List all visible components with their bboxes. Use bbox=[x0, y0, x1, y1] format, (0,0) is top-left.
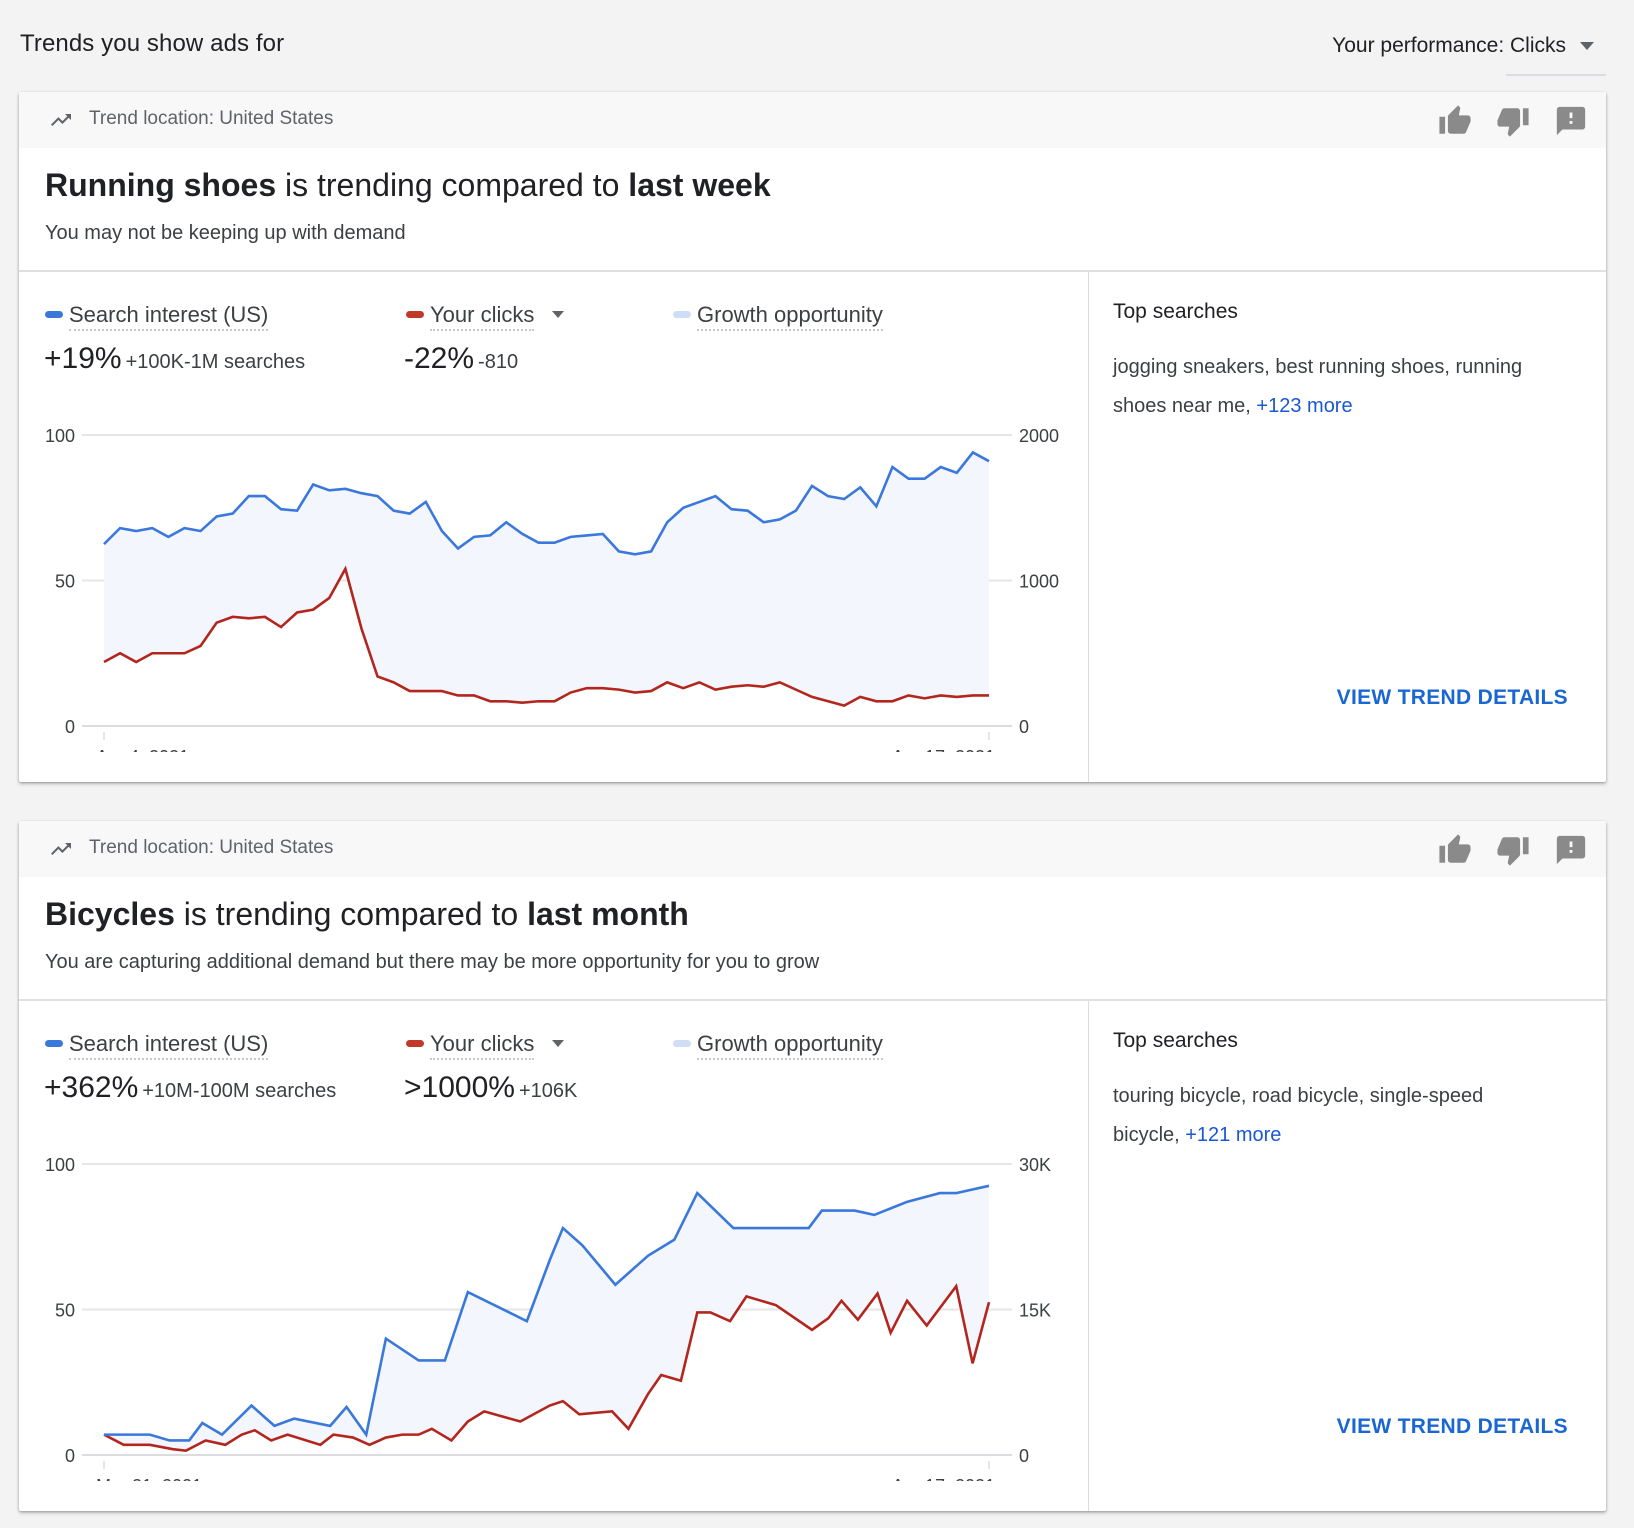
legend-search-interest[interactable]: Search interest (US) bbox=[45, 1031, 269, 1060]
caret-down-icon bbox=[1580, 42, 1594, 50]
legend-growth-label: Growth opportunity bbox=[697, 302, 883, 331]
legend-search-interest[interactable]: Search interest (US) bbox=[45, 302, 269, 331]
y-left-tick-label: 50 bbox=[55, 572, 75, 592]
more-searches-link[interactable]: +121 more bbox=[1185, 1124, 1281, 1146]
trend-card-running-shoes: Trend location: United States Running sh… bbox=[19, 92, 1606, 782]
search-change-detail: +10M-100M searches bbox=[142, 1080, 337, 1102]
panel-divider bbox=[1088, 1001, 1089, 1511]
y-right-tick-label: 15K bbox=[1019, 1301, 1051, 1321]
y-right-tick-label: 2000 bbox=[1019, 426, 1059, 446]
card-divider bbox=[19, 999, 1606, 1001]
x-start-label: Mar 21, 2021 bbox=[96, 1476, 202, 1481]
trend-description: You may not be keeping up with demand bbox=[45, 222, 406, 244]
trending-up-icon bbox=[51, 843, 71, 855]
y-right-tick-label: 1000 bbox=[1019, 572, 1059, 592]
legend-search-label: Search interest (US) bbox=[69, 1031, 269, 1060]
trend-period: last week bbox=[628, 167, 771, 203]
y-left-tick-label: 0 bbox=[65, 1446, 75, 1466]
search-change-value: +362% bbox=[44, 1071, 139, 1104]
top-searches-list: touring bicycle, road bicycle, single-sp… bbox=[1113, 1077, 1553, 1155]
view-trend-details-button[interactable]: VIEW TREND DETAILS bbox=[1337, 1415, 1568, 1439]
search-interest-swatch bbox=[45, 310, 63, 318]
search-interest-metric: +362% +10M-100M searches bbox=[44, 1071, 336, 1105]
trend-chart: 0 0 50 15K 100 30K Mar 21, 2021 Apr 17, 2021 bbox=[45, 1155, 1051, 1481]
x-end-label: Apr 17, 2021 bbox=[892, 747, 995, 752]
report-feedback-button[interactable] bbox=[1554, 104, 1588, 138]
search-change-value: +19% bbox=[44, 342, 122, 375]
legend-your-clicks[interactable]: Your clicks bbox=[406, 1031, 565, 1060]
clicks-swatch bbox=[406, 1039, 424, 1047]
search-interest-swatch bbox=[45, 1039, 63, 1047]
clicks-swatch bbox=[406, 310, 424, 318]
growth-swatch bbox=[673, 310, 691, 318]
clicks-change-value: >1000% bbox=[404, 1071, 515, 1104]
top-searches-list: jogging sneakers, best running shoes, ru… bbox=[1113, 348, 1553, 426]
report-feedback-button[interactable] bbox=[1554, 833, 1588, 867]
legend-growth-opportunity[interactable]: Growth opportunity bbox=[673, 302, 883, 331]
thumb-up-icon bbox=[1439, 834, 1471, 863]
trend-subject: Running shoes bbox=[45, 167, 277, 203]
y-right-tick-label: 0 bbox=[1019, 717, 1029, 737]
trend-chart: 0 0 50 1000 100 2000 Apr 4, 2021 Apr 17, 2021 bbox=[45, 426, 1059, 752]
y-right-tick-label: 30K bbox=[1019, 1155, 1051, 1175]
y-left-tick-label: 50 bbox=[55, 1301, 75, 1321]
thumb-down-button[interactable] bbox=[1496, 833, 1530, 867]
legend-clicks-label: Your clicks bbox=[430, 1031, 535, 1060]
top-searches-title: Top searches bbox=[1113, 300, 1238, 323]
trend-period: last month bbox=[527, 896, 689, 932]
clicks-change-detail: -810 bbox=[478, 351, 519, 373]
legend-clicks-label: Your clicks bbox=[430, 302, 535, 331]
growth-swatch bbox=[673, 1039, 691, 1047]
y-left-tick-label: 100 bbox=[45, 426, 75, 446]
search-change-detail: +100K-1M searches bbox=[125, 351, 306, 373]
thumb-down-icon bbox=[1497, 837, 1529, 866]
performance-metric-select[interactable]: Your performance: Clicks bbox=[1306, 30, 1606, 76]
x-end-label: Apr 17, 2021 bbox=[892, 1476, 995, 1481]
card-header-bar: Trend location: United States bbox=[19, 92, 1606, 148]
trending-up-icon bbox=[51, 114, 71, 126]
feedback-icon bbox=[1556, 835, 1586, 865]
thumb-up-button[interactable] bbox=[1438, 833, 1472, 867]
legend-search-label: Search interest (US) bbox=[69, 302, 269, 331]
panel-divider bbox=[1088, 272, 1089, 782]
card-divider bbox=[19, 270, 1606, 272]
feedback-icon bbox=[1556, 106, 1586, 136]
thumb-down-button[interactable] bbox=[1496, 104, 1530, 138]
trend-description: You are capturing additional demand but … bbox=[45, 951, 820, 973]
legend-growth-opportunity[interactable]: Growth opportunity bbox=[673, 1031, 883, 1060]
x-start-label: Apr 4, 2021 bbox=[96, 747, 189, 752]
clicks-metric: -22% -810 bbox=[404, 342, 518, 376]
trend-headline-middle: is trending compared to bbox=[276, 167, 629, 203]
clicks-change-value: -22% bbox=[404, 342, 475, 375]
thumb-up-button[interactable] bbox=[1438, 104, 1472, 138]
legend-growth-label: Growth opportunity bbox=[697, 1031, 883, 1060]
trend-location: Trend location: United States bbox=[89, 108, 334, 129]
caret-down-icon[interactable] bbox=[552, 1039, 565, 1047]
view-trend-details-button[interactable]: VIEW TREND DETAILS bbox=[1337, 686, 1568, 710]
clicks-change-detail: +106K bbox=[518, 1080, 578, 1102]
top-searches-terms: touring bicycle, road bicycle, single-sp… bbox=[1113, 1085, 1484, 1146]
caret-down-icon[interactable] bbox=[552, 310, 565, 318]
search-interest-metric: +19% +100K-1M searches bbox=[44, 342, 305, 376]
trend-headline: Running shoes is trending compared to la… bbox=[45, 167, 771, 204]
y-right-tick-label: 0 bbox=[1019, 1446, 1029, 1466]
trend-location: Trend location: United States bbox=[89, 837, 334, 858]
y-left-tick-label: 100 bbox=[45, 1155, 75, 1175]
thumb-down-icon bbox=[1497, 108, 1529, 137]
trend-headline-middle: is trending compared to bbox=[174, 896, 528, 932]
trend-card-bicycles: Trend location: United States Bicycles i… bbox=[19, 821, 1606, 1511]
more-searches-link[interactable]: +123 more bbox=[1256, 395, 1352, 417]
page-title: Trends you show ads for bbox=[20, 30, 285, 57]
card-header-bar: Trend location: United States bbox=[19, 821, 1606, 877]
top-searches-title: Top searches bbox=[1113, 1029, 1238, 1052]
clicks-metric: >1000% +106K bbox=[404, 1071, 577, 1105]
y-left-tick-label: 0 bbox=[65, 717, 75, 737]
legend-your-clicks[interactable]: Your clicks bbox=[406, 302, 565, 331]
thumb-up-icon bbox=[1439, 105, 1471, 134]
trend-headline: Bicycles is trending compared to last mo… bbox=[45, 896, 689, 933]
select-underline bbox=[1506, 74, 1606, 76]
performance-select-label: Your performance: Clicks bbox=[1332, 34, 1566, 57]
trend-subject: Bicycles bbox=[45, 896, 175, 932]
